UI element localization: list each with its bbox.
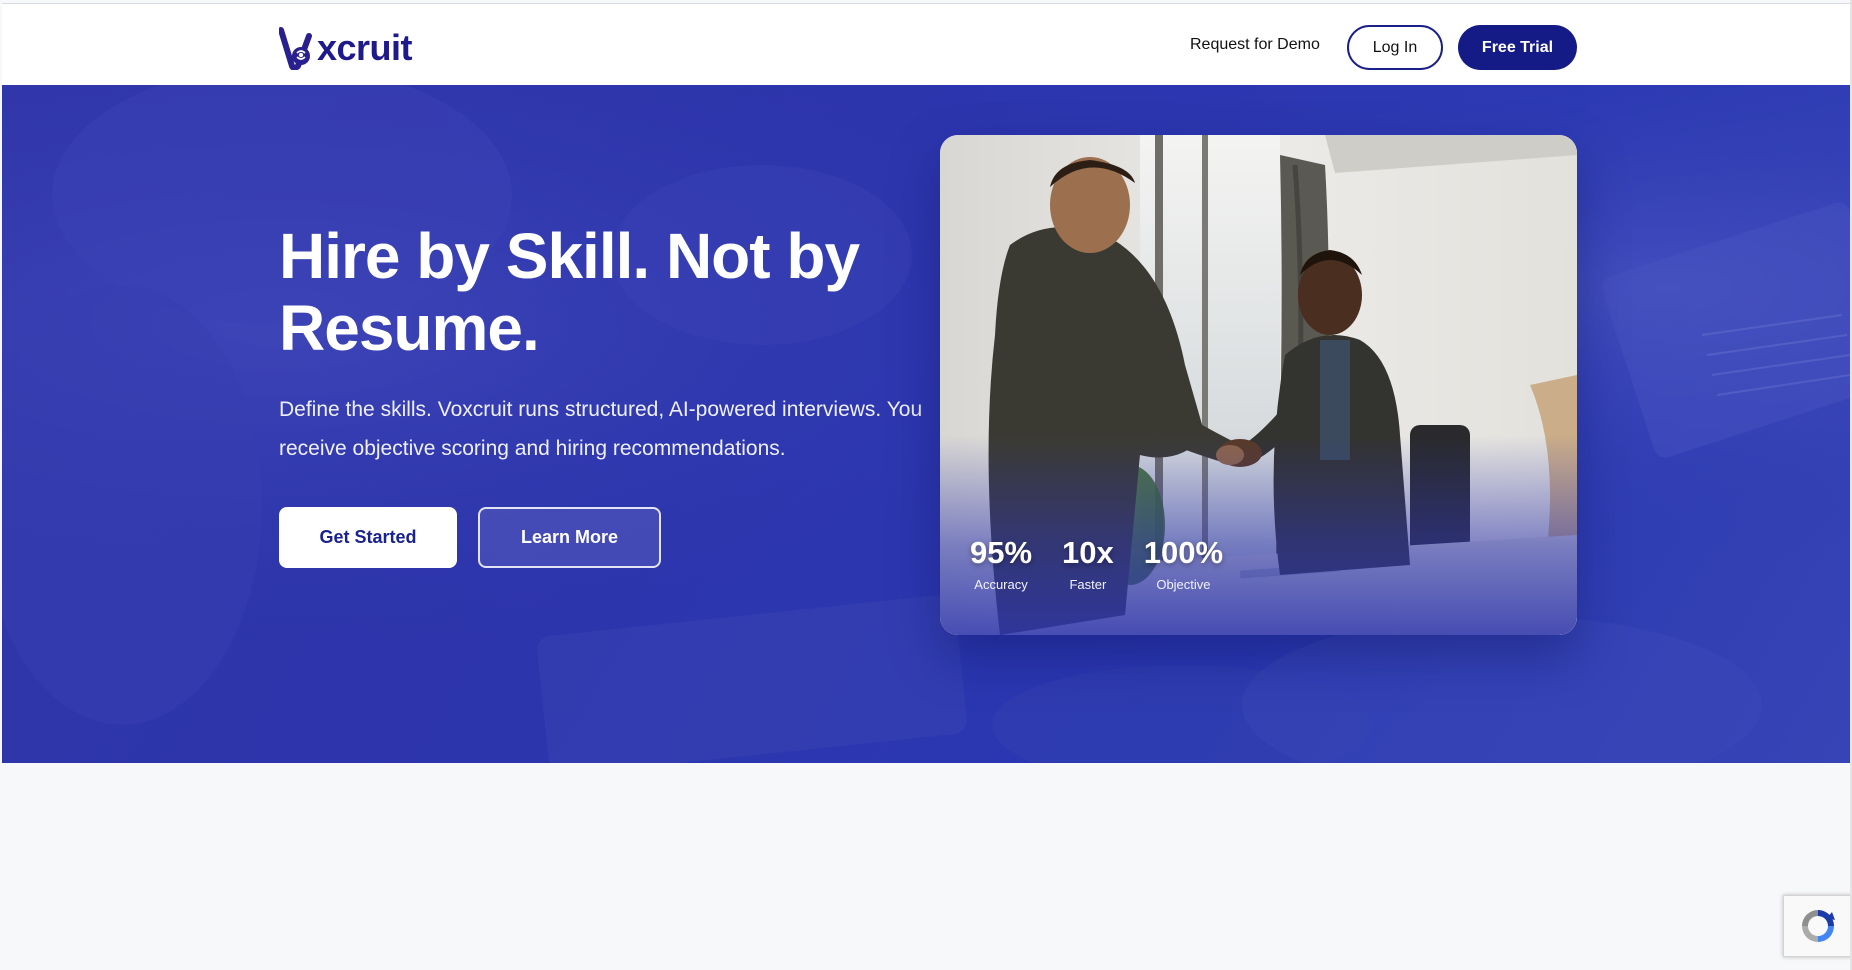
page: xcruit Request for Demo Log In Free Tria…: [0, 0, 1852, 970]
voxcruit-logo-mark-icon: [279, 27, 312, 70]
stat-label: Faster: [1069, 577, 1107, 592]
stat-value: 100%: [1143, 535, 1224, 570]
top-navigation-bar: xcruit Request for Demo Log In Free Tria…: [2, 3, 1850, 85]
stat-label: Objective: [1156, 577, 1211, 592]
hero-section: Hire by Skill. Not by Resume. Define the…: [2, 85, 1850, 763]
request-demo-link[interactable]: Request for Demo: [1190, 36, 1320, 54]
hero-subtext: Define the skills. Voxcruit runs structu…: [279, 398, 923, 460]
recaptcha-badge[interactable]: [1783, 895, 1852, 957]
free-trial-button[interactable]: Free Trial: [1458, 25, 1577, 70]
voxcruit-logo[interactable]: xcruit: [279, 25, 413, 71]
hero-stats: 95% Accuracy 10x Faster 100% Objective: [970, 535, 1223, 592]
logo-wordmark: xcruit: [317, 27, 413, 68]
stat-faster: 10x Faster: [1062, 535, 1114, 592]
stat-value: 95%: [970, 535, 1033, 570]
learn-more-button[interactable]: Learn More: [478, 507, 661, 568]
stat-objective: 100% Objective: [1144, 535, 1223, 592]
hero-headline: Hire by Skill. Not by Resume.: [279, 220, 860, 364]
log-in-button[interactable]: Log In: [1347, 25, 1443, 70]
stat-accuracy: 95% Accuracy: [970, 535, 1032, 592]
hero-photo-card: 95% Accuracy 10x Faster 100% Objective: [940, 135, 1577, 635]
get-started-button[interactable]: Get Started: [279, 507, 457, 568]
stat-value: 10x: [1062, 535, 1114, 570]
recaptcha-icon: [1802, 910, 1835, 942]
stat-label: Accuracy: [974, 577, 1028, 592]
